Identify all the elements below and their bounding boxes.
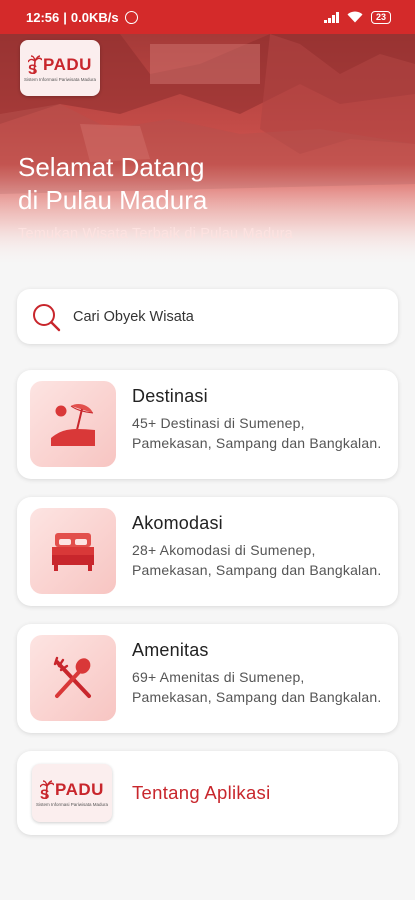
- search-bar[interactable]: [17, 289, 398, 344]
- card-title: Amenitas: [132, 640, 209, 660]
- menu-card-amenitas[interactable]: Amenitas 69+ Amenitas di Sumenep, Pameka…: [17, 624, 398, 733]
- card-icon-container: [30, 508, 116, 594]
- card-text: Destinasi 45+ Destinasi di Sumenep, Pame…: [132, 386, 385, 453]
- palm-tree-icon: S: [28, 54, 43, 75]
- battery-icon: 23: [370, 10, 391, 24]
- status-left: 12:56 | 0.0KB/s: [26, 10, 138, 25]
- card-description: 28+ Akomodasi di Sumenep, Pamekasan, Sam…: [132, 542, 382, 578]
- hero-title-line1: Selamat Datang: [18, 152, 205, 182]
- palm-tree-icon: S: [40, 779, 55, 800]
- status-right: 23: [324, 10, 391, 24]
- logo-letter-s: S: [28, 61, 38, 75]
- logo-letter-s: S: [40, 786, 50, 800]
- logo-tagline: Sistem Informasi Pariwisata Madura: [35, 801, 109, 807]
- card-description: 45+ Destinasi di Sumenep, Pamekasan, Sam…: [132, 415, 382, 451]
- logo-tagline: Sistem Informasi Pariwisata Madura: [23, 76, 97, 82]
- hero-banner: S PADU Sistem Informasi Pariwisata Madur…: [0, 34, 415, 270]
- hero-title: Selamat Datang di Pulau Madura: [18, 151, 207, 217]
- status-bar: 12:56 | 0.0KB/s 23: [0, 0, 415, 34]
- card-icon-container: [30, 381, 116, 467]
- status-separator: |: [63, 9, 67, 25]
- status-time: 12:56: [26, 9, 60, 25]
- wifi-icon: [347, 11, 363, 23]
- card-title: Akomodasi: [132, 513, 223, 533]
- network-speed: 0.0KB/s: [70, 9, 119, 25]
- about-logo: S PADU Sistem Informasi Pariwisata Madur…: [32, 764, 112, 822]
- logo-text: PADU: [43, 54, 92, 74]
- card-title: Destinasi: [132, 386, 208, 406]
- menu-card-destinasi[interactable]: Destinasi 45+ Destinasi di Sumenep, Pame…: [17, 370, 398, 479]
- hero-title-line2: di Pulau Madura: [18, 185, 208, 215]
- app-logo: S PADU Sistem Informasi Pariwisata Madur…: [20, 40, 100, 96]
- beach-icon: [51, 404, 95, 446]
- search-icon: [33, 303, 61, 331]
- card-text: Akomodasi 28+ Akomodasi di Sumenep, Pame…: [132, 513, 385, 580]
- menu-card-akomodasi[interactable]: Akomodasi 28+ Akomodasi di Sumenep, Pame…: [17, 497, 398, 606]
- hero-subtitle: Temukan Wisata Terbaik di Pulau Madura: [18, 226, 293, 242]
- card-text: Amenitas 69+ Amenitas di Sumenep, Pameka…: [132, 640, 385, 707]
- fork-spoon-icon: [53, 656, 91, 698]
- bed-icon: [52, 533, 94, 571]
- card-description: 69+ Amenitas di Sumenep, Pamekasan, Samp…: [132, 669, 382, 705]
- whatsapp-icon: [124, 10, 138, 24]
- search-input[interactable]: [73, 308, 373, 325]
- signal-icon: [324, 11, 339, 23]
- logo-text: PADU: [55, 779, 104, 799]
- logo-wordmark: S PADU: [40, 780, 104, 800]
- about-app-card[interactable]: S PADU Sistem Informasi Pariwisata Madur…: [17, 751, 398, 835]
- card-icon-container: [30, 635, 116, 721]
- logo-wordmark: S PADU: [28, 55, 92, 75]
- about-app-label: Tentang Aplikasi: [132, 782, 271, 803]
